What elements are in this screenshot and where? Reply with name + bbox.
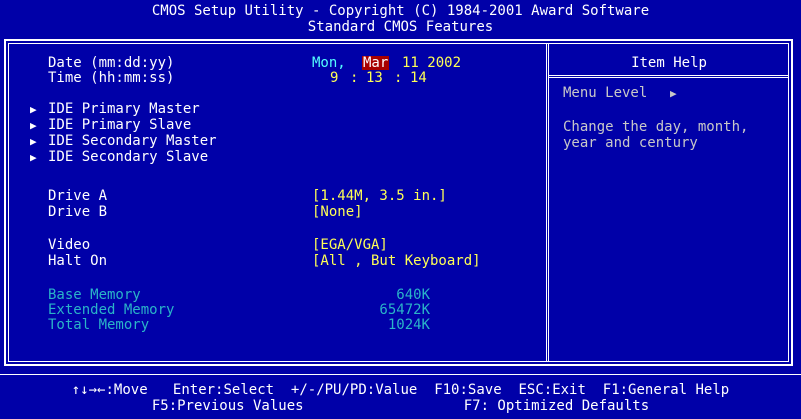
ide-secondary-master-item[interactable]: IDE Secondary Master: [48, 134, 217, 148]
time-separator: :: [394, 70, 403, 86]
date-day: Mon,: [312, 55, 346, 71]
ide-secondary-slave-item[interactable]: IDE Secondary Slave: [48, 150, 208, 164]
panel-divider: [546, 43, 549, 362]
extended-memory-label: Extended Memory: [48, 302, 175, 318]
key-help-line: ↑↓→←:Move Enter:Select +/-/PU/PD:Value F…: [71, 382, 730, 398]
halt-on-label: Halt On: [48, 253, 108, 269]
base-memory-value: 640K: [396, 287, 430, 303]
date-label: Date (mm:dd:yy): [48, 55, 175, 71]
help-text-line: Change the day, month,: [563, 119, 749, 135]
menu-level-arrow-icon: ▶: [670, 87, 677, 100]
submenu-arrow-icon: ▶: [30, 119, 37, 132]
drive-b-value[interactable]: [None]: [312, 205, 363, 219]
ide-primary-master-item[interactable]: IDE Primary Master: [48, 102, 200, 116]
video-value[interactable]: [EGA/VGA]: [312, 238, 388, 252]
drive-a-label: Drive A: [48, 188, 108, 204]
base-memory-label: Base Memory: [48, 287, 141, 303]
drive-a-value[interactable]: [1.44M, 3.5 in.]: [312, 189, 447, 203]
help-header-divider: [549, 75, 789, 78]
time-hour-field[interactable]: 9: [330, 71, 338, 85]
submenu-arrow-icon: ▶: [30, 135, 37, 148]
video-label: Video: [48, 237, 91, 253]
extended-memory-value: 65472K: [379, 302, 430, 318]
app-title: CMOS Setup Utility - Copyright (C) 1984-…: [151, 3, 650, 19]
halt-on-value[interactable]: [All , But Keyboard]: [312, 254, 481, 268]
time-separator: :: [350, 70, 359, 86]
help-text-line: year and century: [563, 135, 698, 151]
menu-level-label: Menu Level: [563, 85, 648, 101]
time-minute-field[interactable]: 13: [366, 71, 383, 85]
total-memory-label: Total Memory: [48, 317, 150, 333]
total-memory-value: 1024K: [387, 317, 430, 333]
ide-primary-slave-item[interactable]: IDE Primary Slave: [48, 118, 191, 132]
page-title: Standard CMOS Features: [307, 19, 494, 35]
time-second-field[interactable]: 14: [410, 71, 427, 85]
item-help-title: Item Help: [631, 55, 707, 71]
date-day-year[interactable]: 11 2002: [402, 56, 461, 70]
drive-b-label: Drive B: [48, 204, 108, 220]
key-help-line: F5:Previous Values F7: Optimized Default…: [151, 398, 650, 414]
key-help-bar: ↑↓→←:Move Enter:Select +/-/PU/PD:Value F…: [0, 374, 801, 419]
title-bar: CMOS Setup Utility - Copyright (C) 1984-…: [0, 0, 801, 38]
submenu-arrow-icon: ▶: [30, 151, 37, 164]
date-month-field[interactable]: Mar: [362, 56, 390, 70]
time-label: Time (hh:mm:ss): [48, 70, 175, 86]
submenu-arrow-icon: ▶: [30, 103, 37, 116]
